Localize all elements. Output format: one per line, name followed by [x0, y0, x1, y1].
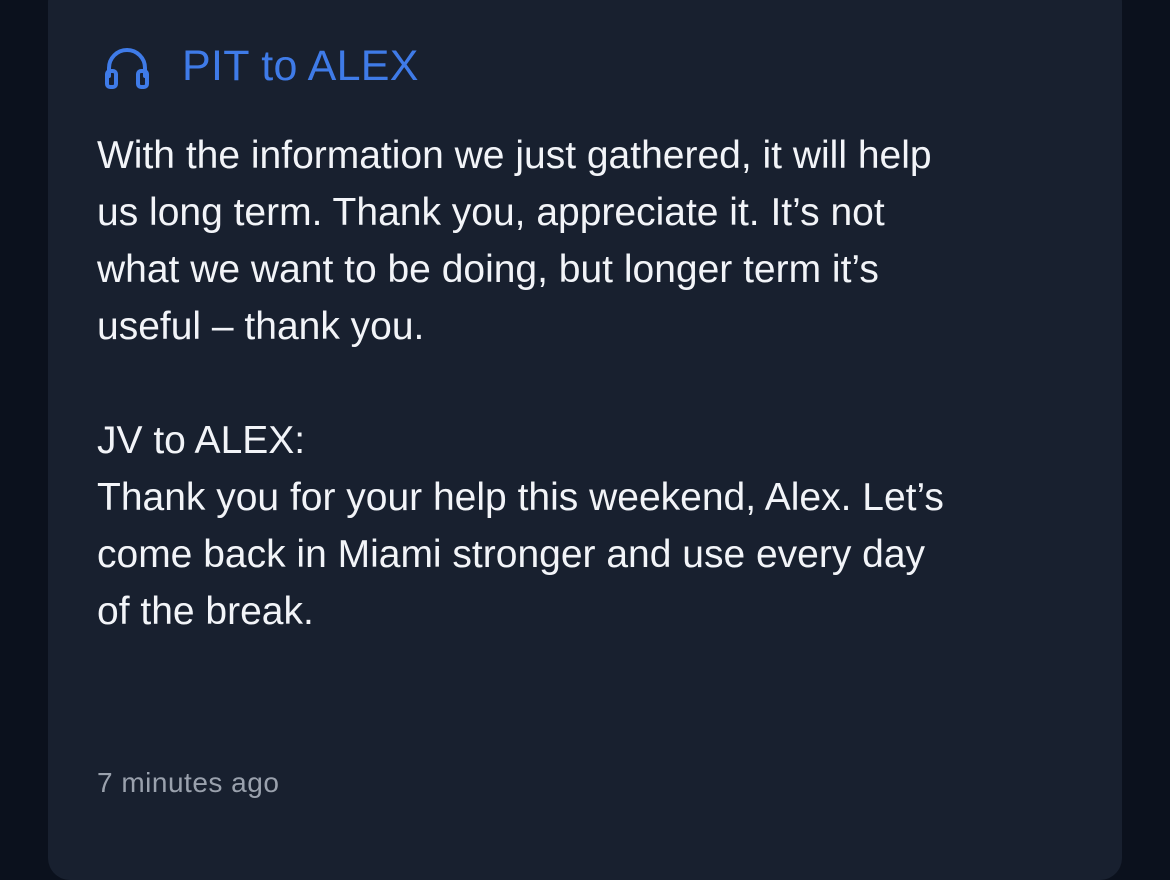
notification-timestamp: 7 minutes ago: [97, 767, 280, 798]
notification-title: PIT to ALEX: [182, 42, 419, 90]
notification-header: PIT to ALEX: [102, 42, 419, 90]
notification-card[interactable]: PIT to ALEX With the information we just…: [48, 0, 1122, 880]
headset-icon: [102, 42, 152, 90]
notification-body: With the information we just gathered, i…: [97, 134, 944, 633]
